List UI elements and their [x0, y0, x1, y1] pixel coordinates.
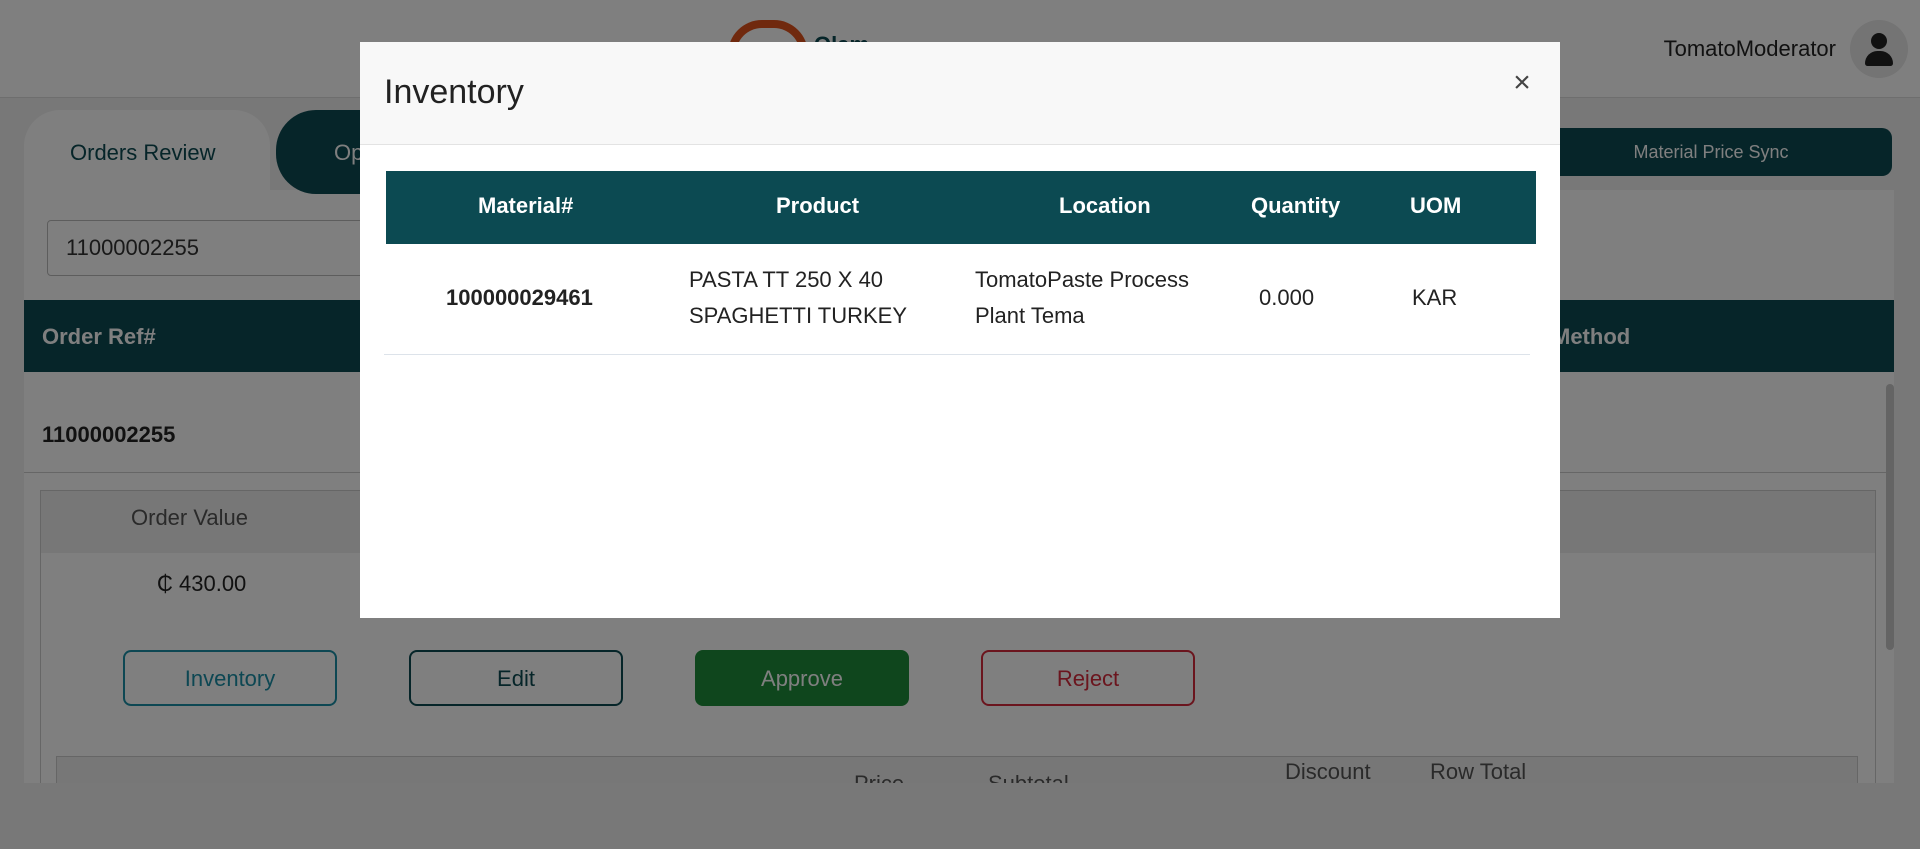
close-icon[interactable]: × — [1506, 66, 1538, 100]
row-location-line2: Plant Tema — [975, 303, 1085, 328]
modal-title: Inventory — [384, 73, 524, 111]
col-product: Product — [776, 193, 860, 218]
col-material: Material# — [478, 193, 574, 218]
inventory-modal: Inventory × Material# Product Location Q… — [360, 42, 1560, 618]
row-product-line2: SPAGHETTI TURKEY — [689, 303, 908, 328]
row-location-line1: TomatoPaste Process — [975, 267, 1189, 292]
col-uom: UOM — [1410, 193, 1462, 218]
inventory-table-header: Material# Product Location Quantity UOM — [386, 171, 1536, 244]
table-row: 100000029461 PASTA TT 250 X 40 SPAGHETTI… — [384, 244, 1530, 355]
modal-header: Inventory × — [360, 42, 1560, 145]
row-product-line1: PASTA TT 250 X 40 — [689, 267, 884, 292]
row-quantity: 0.000 — [1259, 285, 1315, 310]
row-uom: KAR — [1412, 285, 1458, 310]
row-material: 100000029461 — [446, 285, 593, 310]
col-quantity: Quantity — [1251, 193, 1341, 218]
col-location: Location — [1059, 193, 1151, 218]
